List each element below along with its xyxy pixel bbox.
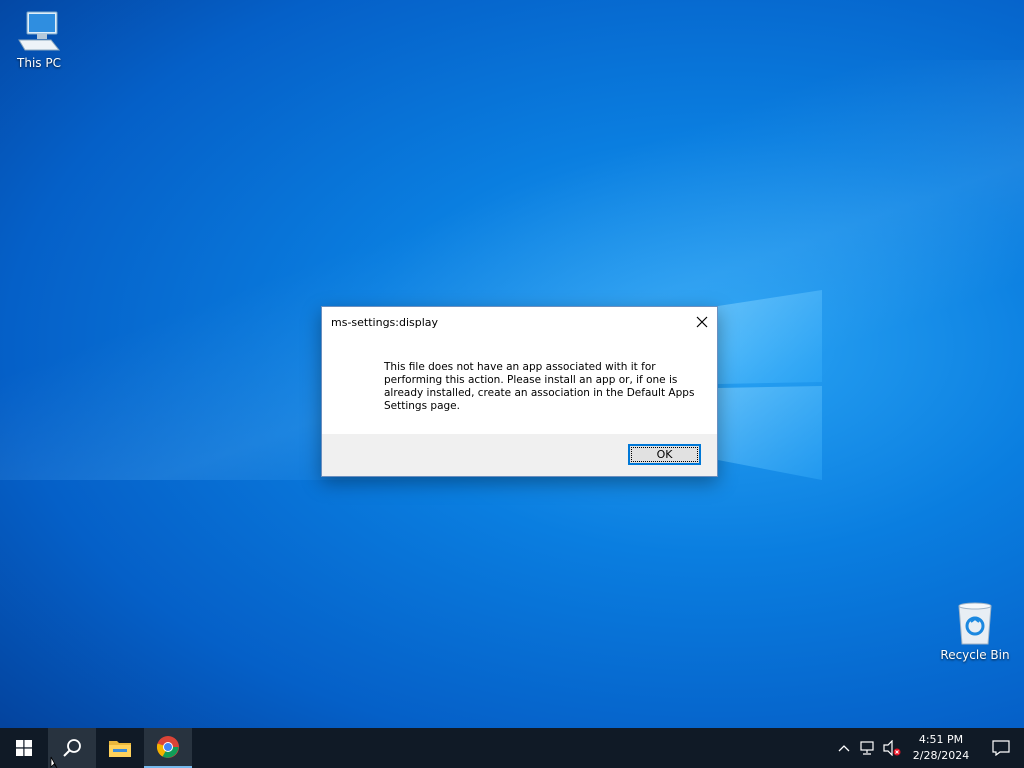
windows-start-icon bbox=[16, 740, 32, 756]
desktop-icon-recycle-bin[interactable]: Recycle Bin bbox=[937, 600, 1013, 662]
tray-clock[interactable]: 4:51 PM 2/28/2024 bbox=[904, 732, 978, 764]
chevron-up-icon bbox=[838, 745, 850, 752]
ok-button[interactable]: OK bbox=[628, 444, 701, 465]
tray-volume[interactable] bbox=[880, 728, 904, 768]
mouse-cursor bbox=[50, 756, 58, 768]
taskbar-file-explorer[interactable] bbox=[96, 728, 144, 768]
dialog-close-button[interactable] bbox=[687, 307, 717, 336]
system-tray: 4:51 PM 2/28/2024 bbox=[832, 728, 1024, 768]
search-icon bbox=[63, 739, 81, 757]
clock-date: 2/28/2024 bbox=[912, 749, 970, 762]
dialog-message: This file does not have an app associate… bbox=[384, 361, 695, 412]
tray-overflow-button[interactable] bbox=[832, 728, 856, 768]
chrome-icon bbox=[156, 736, 179, 758]
folder-icon bbox=[109, 741, 131, 757]
desktop-icon-this-pc[interactable]: This PC bbox=[1, 8, 77, 70]
desktop-icon-label: Recycle Bin bbox=[940, 648, 1010, 662]
taskbar: 4:51 PM 2/28/2024 bbox=[0, 728, 1024, 768]
dialog-title: ms-settings:display bbox=[331, 316, 439, 329]
taskbar-chrome[interactable] bbox=[144, 728, 192, 768]
recycle-bin-icon bbox=[958, 602, 992, 645]
start-button[interactable] bbox=[0, 728, 48, 768]
desktop-icon-label: This PC bbox=[17, 56, 61, 70]
clock-time: 4:51 PM bbox=[918, 733, 964, 746]
action-center-button[interactable] bbox=[978, 728, 1024, 768]
network-icon bbox=[860, 741, 874, 755]
close-icon bbox=[696, 316, 708, 327]
notification-icon bbox=[992, 740, 1010, 756]
tray-network[interactable] bbox=[856, 728, 880, 768]
dialog-footer: OK bbox=[322, 434, 717, 476]
error-dialog: ms-settings:display This file does not h… bbox=[321, 306, 718, 477]
volume-muted-icon bbox=[883, 740, 901, 756]
computer-icon bbox=[18, 11, 61, 51]
